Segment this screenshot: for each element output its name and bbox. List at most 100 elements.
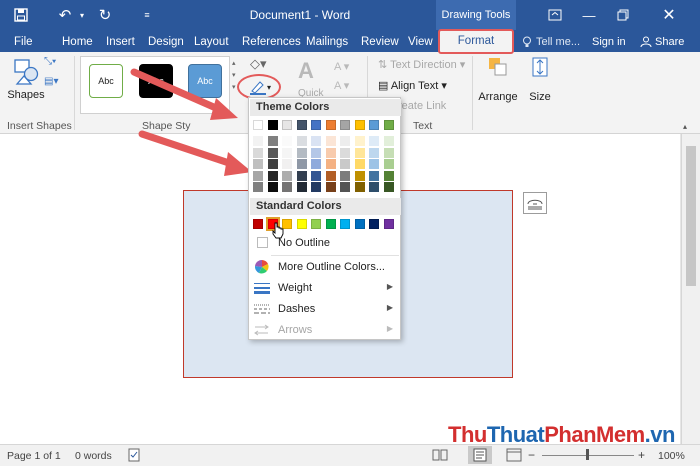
standard-color-swatch[interactable] [282,219,292,229]
wordart-a-icon[interactable]: A [298,58,314,84]
theme-color-variant-swatch[interactable] [267,170,278,181]
theme-color-variant-swatch[interactable] [296,147,307,158]
web-layout-icon[interactable] [506,448,522,465]
tab-view[interactable]: View [408,33,433,51]
standard-color-swatch[interactable] [383,219,394,229]
theme-color-variant-swatch[interactable] [311,147,321,158]
standard-color-swatch[interactable] [253,219,263,229]
minimize-icon[interactable]: — [574,4,604,26]
standard-color-swatch[interactable] [369,219,379,229]
theme-color-swatch[interactable] [311,120,321,130]
standard-color-swatch[interactable] [340,219,350,229]
tab-design[interactable]: Design [148,33,184,51]
theme-color-variant-swatch[interactable] [354,182,365,192]
theme-color-variant-swatch[interactable] [253,170,263,181]
layout-options-icon[interactable] [523,192,547,214]
theme-color-variant-swatch[interactable] [282,159,292,169]
repeat-icon[interactable]: ↻ [94,5,116,25]
no-outline-item[interactable]: No Outline [250,232,401,253]
zoom-level[interactable]: 100% [658,450,685,462]
theme-color-variant-swatch[interactable] [383,182,394,192]
ribbon-display-options-icon[interactable] [540,4,570,26]
theme-color-variant-swatch[interactable] [354,159,365,169]
close-icon[interactable]: ✕ [654,4,684,26]
theme-color-variant-swatch[interactable] [253,159,263,169]
theme-color-variant-swatch[interactable] [311,159,321,169]
theme-color-variant-swatch[interactable] [311,170,321,181]
theme-color-variant-swatch[interactable] [383,136,394,146]
standard-color-swatch[interactable] [296,219,307,229]
theme-color-variant-swatch[interactable] [282,182,292,192]
theme-color-variant-swatch[interactable] [253,147,263,158]
zoom-slider-thumb[interactable] [586,449,589,460]
proofing-icon[interactable] [128,448,142,465]
tab-file[interactable]: File [14,33,33,51]
theme-color-variant-swatch[interactable] [354,170,365,181]
collapse-ribbon-icon[interactable]: ▴ [683,122,687,131]
undo-icon[interactable]: ↶ [54,5,76,25]
theme-color-variant-swatch[interactable] [282,147,292,158]
theme-color-variant-swatch[interactable] [296,136,307,146]
tab-home[interactable]: Home [62,33,93,51]
text-direction-button[interactable]: ⇅ Text Direction ▾ [378,58,465,71]
text-box-icon[interactable]: ▤▾ [44,76,64,90]
dashes-item[interactable]: Dashes ▶ [250,298,401,319]
theme-color-variant-swatch[interactable] [325,136,336,146]
theme-color-variant-swatch[interactable] [383,159,394,169]
theme-color-variant-swatch[interactable] [325,170,336,181]
theme-color-variant-swatch[interactable] [253,182,263,192]
theme-color-variant-swatch[interactable] [383,147,394,158]
theme-color-swatch[interactable] [369,120,379,130]
theme-color-swatch[interactable] [253,120,263,130]
theme-color-variant-swatch[interactable] [340,159,350,169]
theme-color-swatch[interactable] [296,120,307,130]
zoom-in-icon[interactable]: + [638,448,645,462]
shapes-button[interactable]: Shapes [6,56,46,101]
print-layout-icon[interactable] [468,446,492,464]
theme-color-swatch[interactable] [340,120,350,130]
arrows-item[interactable]: Arrows ▶ [250,319,401,340]
standard-color-swatch[interactable] [311,219,321,229]
theme-color-variant-swatch[interactable] [369,170,379,181]
size-button[interactable]: Size [526,56,554,103]
theme-color-swatch[interactable] [267,120,278,130]
standard-color-swatch[interactable] [325,219,336,229]
theme-color-variant-swatch[interactable] [311,136,321,146]
theme-color-swatch[interactable] [282,120,292,130]
theme-color-swatch[interactable] [325,120,336,130]
tab-insert[interactable]: Insert [106,33,135,51]
theme-color-variant-swatch[interactable] [296,159,307,169]
edit-shape-icon[interactable]: ⤡▾ [44,56,64,70]
theme-color-variant-swatch[interactable] [369,147,379,158]
theme-color-variant-swatch[interactable] [383,170,394,181]
theme-color-variant-swatch[interactable] [267,182,278,192]
shape-style-black[interactable]: Abc [139,64,173,98]
theme-color-variant-swatch[interactable] [354,147,365,158]
theme-color-variant-swatch[interactable] [369,136,379,146]
theme-color-variant-swatch[interactable] [325,159,336,169]
theme-color-swatch[interactable] [354,120,365,130]
undo-dropdown-icon[interactable]: ▾ [76,5,88,25]
gallery-scroll-arrows[interactable]: ▴ ▾ ▾ [232,58,236,94]
customize-qat-icon[interactable]: ≡ [140,5,154,25]
theme-color-variant-swatch[interactable] [296,182,307,192]
tab-mailings[interactable]: Mailings [306,33,348,51]
tab-review[interactable]: Review [361,33,399,51]
theme-color-variant-swatch[interactable] [369,182,379,192]
more-outline-colors-item[interactable]: More Outline Colors... [250,256,401,277]
arrange-button[interactable]: Arrange [476,56,520,103]
theme-color-swatch[interactable] [383,120,394,130]
theme-color-variant-swatch[interactable] [354,136,365,146]
theme-color-variant-swatch[interactable] [282,170,292,181]
theme-color-variant-swatch[interactable] [369,159,379,169]
theme-color-variant-swatch[interactable] [325,182,336,192]
align-text-button[interactable]: ▤ Align Text ▾ [378,79,447,92]
read-mode-icon[interactable] [432,448,448,465]
zoom-out-icon[interactable]: − [528,448,535,462]
theme-color-variant-swatch[interactable] [340,170,350,181]
save-icon[interactable] [10,5,32,25]
theme-color-variant-swatch[interactable] [253,136,263,146]
theme-color-variant-swatch[interactable] [340,182,350,192]
shape-style-blue[interactable]: Abc [188,64,222,98]
restore-icon[interactable] [608,4,638,26]
